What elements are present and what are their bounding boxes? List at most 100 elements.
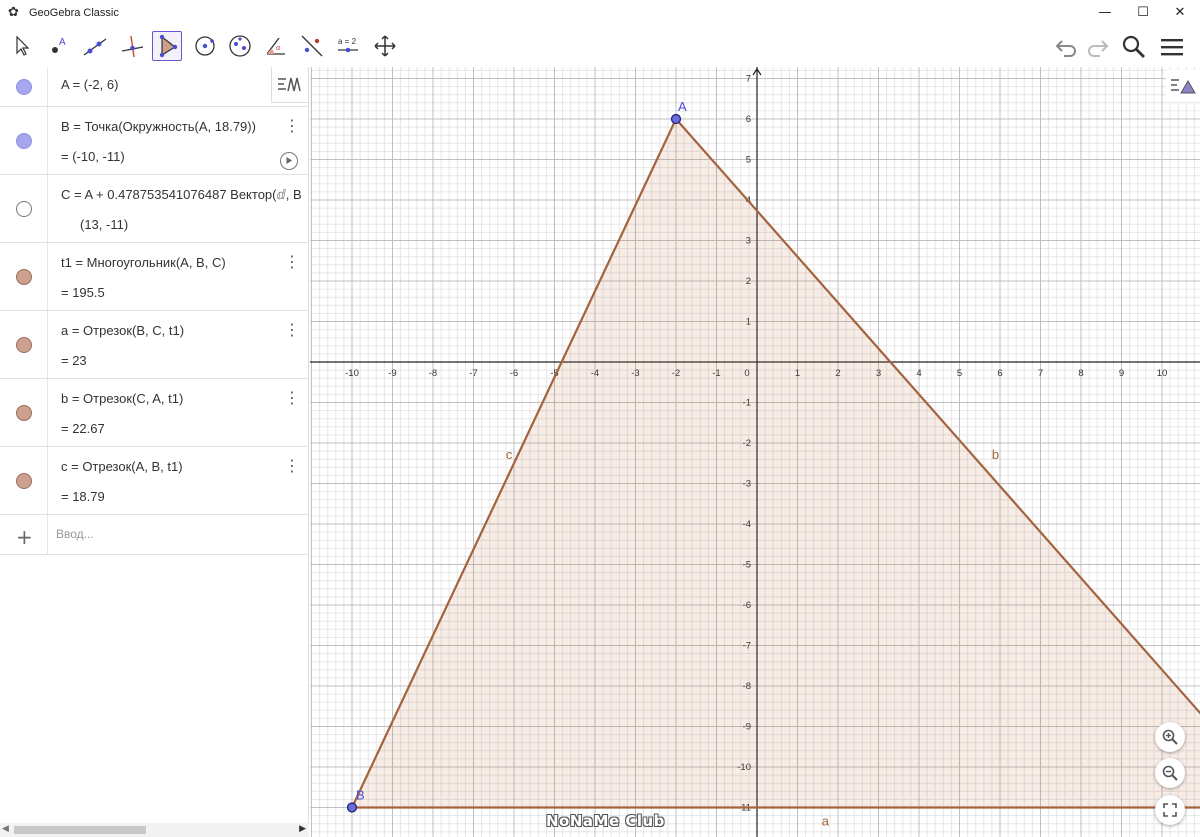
window-title: GeoGebra Classic	[29, 6, 119, 19]
redo-icon	[1088, 40, 1109, 57]
minimize-button[interactable]: —	[1085, 0, 1125, 25]
graphics-style-bar-button[interactable]	[1166, 70, 1200, 102]
definition-text: c = Отрезок(A, B, t1)	[61, 459, 183, 474]
algebra-style-bar-button[interactable]	[271, 67, 309, 103]
coordinate-plane[interactable]: -10-9-8-7-6-5-4-3-2-10123456789107654321…	[310, 67, 1200, 837]
x-tick-label: 7	[1038, 368, 1043, 379]
scroll-right-icon[interactable]: ▶	[299, 824, 306, 834]
angle-icon: α	[266, 37, 285, 55]
value-text: = (-10, -11)	[61, 149, 125, 164]
search-button[interactable]	[1120, 33, 1148, 61]
watermark-text: NoNaMe Club	[546, 812, 665, 830]
menu-icon	[1161, 39, 1183, 56]
visibility-marble[interactable]	[16, 133, 32, 149]
algebra-row-c-segment[interactable]: c = Отрезок(A, B, t1) = 18.79 ⋮	[0, 447, 309, 515]
vector-symbol-icon: ⅆ	[276, 187, 286, 202]
more-options-icon[interactable]: ⋮	[284, 117, 300, 135]
visibility-marble[interactable]	[16, 405, 32, 421]
graphics-settings-icon	[1171, 79, 1196, 94]
x-tick-label: 6	[997, 368, 1002, 379]
main-menu-button[interactable]	[1158, 33, 1186, 61]
algebra-description-icon	[278, 77, 301, 91]
algebra-row-b-point[interactable]: B = Точка(Окружность(A, 18.79)) = (-10, …	[0, 107, 309, 175]
point-label-A: A	[678, 99, 687, 114]
more-options-icon[interactable]: ⋮	[284, 457, 300, 475]
undo-icon	[1055, 40, 1076, 57]
definition-text: C = A + 0.478753541076487 Вектор(ⅆ, B	[61, 187, 302, 202]
point-tool-button[interactable]: A	[43, 31, 73, 61]
add-icon[interactable]: +	[16, 525, 33, 549]
value-text: = 23	[61, 353, 87, 368]
geogebra-logo-icon: ✿	[8, 4, 19, 20]
maximize-button[interactable]: ☐	[1123, 0, 1163, 25]
x-tick-label: -9	[388, 368, 396, 379]
algebra-row-a-point[interactable]: A = (-2, 6)	[0, 67, 309, 107]
y-tick-label: 5	[746, 155, 751, 166]
algebra-view: A = (-2, 6) B = Точка(Окружность(A, 18.7…	[0, 67, 309, 837]
search-icon	[1122, 35, 1145, 58]
title-bar: ✿ GeoGebra Classic — ☐ ✕	[0, 0, 1200, 25]
zoom-out-icon	[1162, 765, 1178, 781]
play-animation-button[interactable]	[280, 152, 298, 170]
fullscreen-icon	[1163, 803, 1177, 817]
circle-center-icon	[195, 36, 215, 56]
x-tick-label: -10	[345, 368, 359, 379]
visibility-marble[interactable]	[16, 269, 32, 285]
zoom-out-button[interactable]	[1155, 758, 1185, 788]
algebra-input-row[interactable]: + Ввод...	[0, 515, 309, 555]
slider-tool-button[interactable]: a = 2	[333, 31, 363, 61]
svg-text:a = 2: a = 2	[338, 37, 357, 46]
x-tick-label: -8	[429, 368, 437, 379]
move-arrows-icon	[374, 35, 396, 57]
x-tick-label: -7	[469, 368, 477, 379]
point-A	[670, 113, 682, 125]
circle-tool-button[interactable]	[190, 31, 220, 61]
move-graphics-tool-button[interactable]	[370, 31, 400, 61]
algebra-horizontal-scrollbar[interactable]: ◀ ▶	[0, 823, 309, 837]
ellipse-tool-button[interactable]	[225, 31, 255, 61]
toolbar: A α a = 2	[0, 25, 1200, 67]
y-tick-label: 7	[746, 74, 751, 85]
line-icon	[83, 38, 107, 56]
more-options-icon[interactable]: ⋮	[284, 321, 300, 339]
polygon-tool-button[interactable]	[152, 31, 182, 61]
visibility-marble[interactable]	[16, 337, 32, 353]
definition-text: b = Отрезок(C, A, t1)	[61, 391, 184, 406]
more-options-icon[interactable]: ⋮	[284, 253, 300, 271]
x-tick-label: -6	[510, 368, 518, 379]
undo-button[interactable]	[1053, 33, 1081, 61]
more-options-icon[interactable]: ⋮	[284, 389, 300, 407]
value-text: = 22.67	[61, 421, 105, 436]
move-tool-button[interactable]	[6, 31, 36, 61]
visibility-marble[interactable]	[16, 201, 32, 217]
perpendicular-line-tool-button[interactable]	[117, 31, 147, 61]
algebra-row-t1-polygon[interactable]: t1 = Многоугольник(A, B, C) = 195.5 ⋮	[0, 243, 309, 311]
fullscreen-button[interactable]	[1155, 795, 1185, 825]
point-icon: A	[52, 37, 66, 53]
x-tick-label: 8	[1078, 368, 1083, 379]
segment-label-c: c	[506, 447, 513, 462]
zoom-in-button[interactable]	[1155, 722, 1185, 752]
algebra-row-c-point[interactable]: C = A + 0.478753541076487 Вектор(ⅆ, B (1…	[0, 175, 309, 243]
svg-text:A: A	[59, 37, 66, 48]
reflect-icon	[301, 35, 323, 57]
line-tool-button[interactable]	[80, 31, 110, 61]
scrollbar-thumb[interactable]	[14, 826, 146, 834]
point-label-B: B	[356, 788, 365, 803]
y-tick-label: 6	[746, 114, 751, 125]
slider-icon: a = 2	[338, 37, 358, 53]
visibility-marble[interactable]	[16, 79, 32, 95]
point-B	[346, 802, 358, 813]
scroll-left-icon[interactable]: ◀	[2, 824, 9, 834]
angle-tool-button[interactable]: α	[261, 31, 291, 61]
polygon-icon	[159, 34, 178, 58]
algebra-input-field[interactable]: Ввод...	[56, 527, 94, 541]
segment-label-b: b	[992, 447, 999, 462]
redo-button[interactable]	[1083, 33, 1111, 61]
close-button[interactable]: ✕	[1160, 0, 1200, 25]
graphics-view[interactable]: -10-9-8-7-6-5-4-3-2-10123456789107654321…	[310, 67, 1200, 837]
algebra-row-a-segment[interactable]: a = Отрезок(B, C, t1) = 23 ⋮	[0, 311, 309, 379]
algebra-row-b-segment[interactable]: b = Отрезок(C, A, t1) = 22.67 ⋮	[0, 379, 309, 447]
visibility-marble[interactable]	[16, 473, 32, 489]
reflect-tool-button[interactable]	[297, 31, 327, 61]
